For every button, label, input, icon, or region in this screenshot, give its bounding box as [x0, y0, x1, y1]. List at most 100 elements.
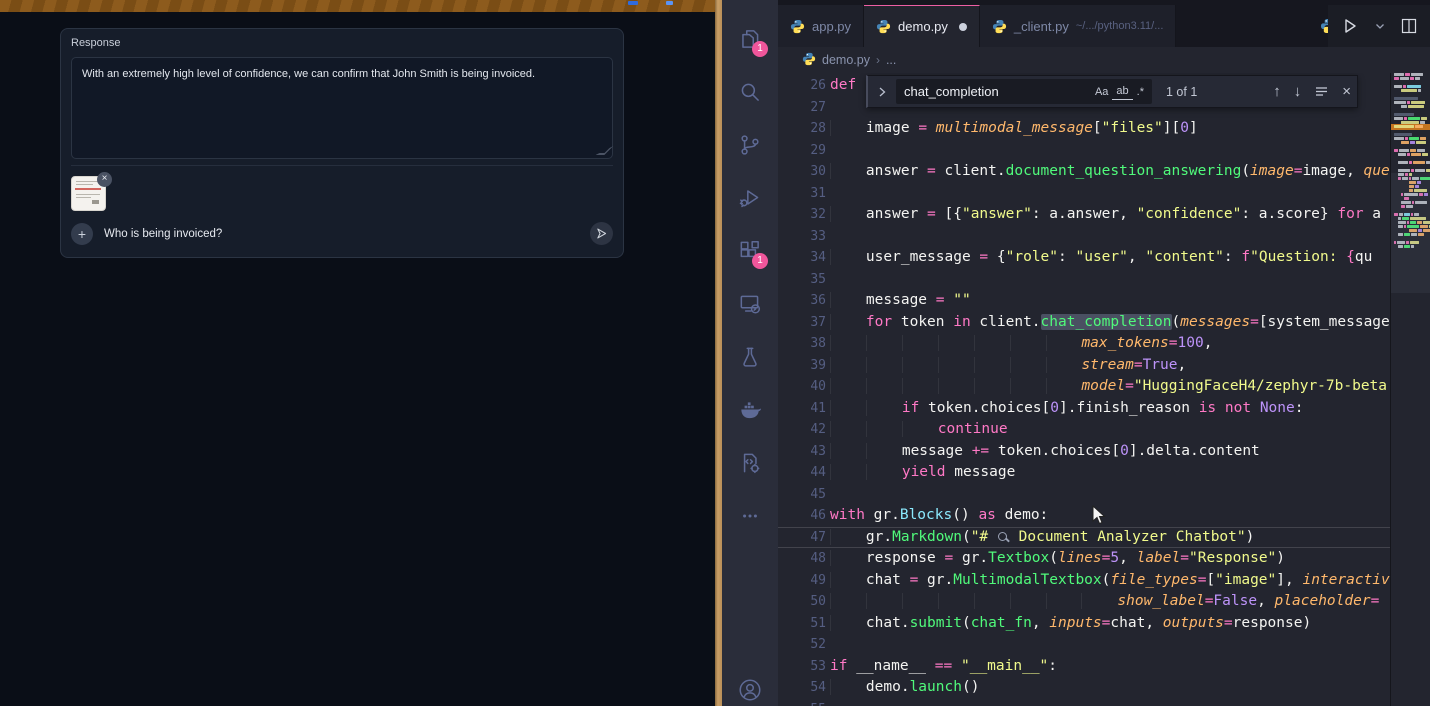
minimap-viewport[interactable] — [1391, 173, 1430, 293]
line-number: 54 — [778, 677, 826, 699]
line-number: 40 — [778, 376, 826, 398]
vscode-window: 11 app.py demo.py _client.py~/.../python… — [722, 0, 1430, 706]
find-input[interactable] — [904, 84, 1091, 99]
find-widget: Aa ab .* 1 of 1 ↑ ↓ × — [866, 75, 1358, 108]
minimap-row — [1394, 73, 1428, 76]
line-number: 37 — [778, 312, 826, 334]
line-number: 35 — [778, 269, 826, 291]
code-line: 33 — [778, 226, 1390, 248]
activity-account-icon[interactable] — [726, 663, 774, 706]
code-editor[interactable]: 26def chat_fn(multimodal_message):2728 i… — [778, 73, 1430, 706]
code-line: 34 user_message = {"role": "user", "cont… — [778, 247, 1390, 269]
minimap-row — [1394, 113, 1428, 116]
minimap-row — [1394, 137, 1428, 140]
code-line: 31 — [778, 183, 1390, 205]
activity-search-icon[interactable] — [726, 65, 774, 118]
regex-button[interactable]: .* — [1133, 84, 1148, 100]
tab-demo.py[interactable]: demo.py — [864, 5, 980, 47]
minimap-row — [1394, 149, 1428, 152]
code-line: 44 yield message — [778, 462, 1390, 484]
minimap-row — [1394, 105, 1428, 108]
line-number: 34 — [778, 247, 826, 269]
browser-strip-dot — [666, 1, 673, 5]
activity-testing-icon[interactable] — [726, 330, 774, 383]
activity-badge: 1 — [752, 253, 768, 269]
breadcrumb-ellipsis[interactable]: ... — [886, 53, 896, 67]
whole-word-button[interactable]: ab — [1112, 83, 1132, 100]
minimap-row — [1394, 161, 1428, 164]
response-label: Response — [71, 37, 613, 49]
chat-input[interactable] — [104, 228, 590, 240]
response-textarea[interactable]: With an extremely high level of confiden… — [71, 57, 613, 159]
window-divider[interactable] — [715, 0, 722, 706]
code-line: 28 image = multimodal_message["files"][0… — [778, 118, 1390, 140]
line-number: 27 — [778, 97, 826, 119]
breadcrumb-file[interactable]: demo.py — [822, 53, 870, 67]
code-line: 48 response = gr.Textbox(lines=5, label=… — [778, 548, 1390, 570]
toggle-replace-chevron-icon[interactable] — [874, 84, 890, 100]
minimap-row — [1394, 121, 1428, 124]
tab-_client.py[interactable]: _client.py~/.../python3.11/... — [980, 5, 1176, 47]
code-line: 41 if token.choices[0].finish_reason is … — [778, 398, 1390, 420]
code-line: 50 show_label=False, placeholder= — [778, 591, 1390, 613]
line-number: 43 — [778, 441, 826, 463]
code-line: 46with gr.Blocks() as demo: — [778, 505, 1390, 527]
line-number: 26 — [778, 75, 826, 97]
line-number: 51 — [778, 613, 826, 635]
activity-extensions-icon[interactable]: 1 — [726, 224, 774, 277]
code-line: 47 gr.Markdown("# Document Analyzer Chat… — [778, 527, 1390, 549]
line-number: 41 — [778, 398, 826, 420]
line-number: 39 — [778, 355, 826, 377]
activity-run-debug-icon[interactable] — [726, 171, 774, 224]
code-line: 51 chat.submit(chat_fn, inputs=chat, out… — [778, 613, 1390, 635]
previous-match-button[interactable]: ↑ — [1273, 84, 1281, 99]
line-number: 38 — [778, 333, 826, 355]
breadcrumb[interactable]: demo.py › ... — [778, 47, 1430, 73]
modified-dot[interactable] — [959, 23, 967, 31]
gradio-app-window: Response With an extremely high level of… — [0, 0, 715, 706]
tab-app.py[interactable]: app.py — [778, 5, 864, 47]
minimap-row — [1394, 101, 1428, 104]
code-line: 37 for token in client.chat_completion(m… — [778, 312, 1390, 334]
attach-file-button[interactable]: + — [71, 223, 93, 245]
tab-bar: app.py demo.py _client.py~/.../python3.1… — [778, 0, 1430, 47]
find-input-wrap: Aa ab .* — [896, 79, 1152, 104]
next-match-button[interactable]: ↓ — [1294, 84, 1302, 99]
browser-chrome-strip — [0, 0, 715, 12]
tab-label: app.py — [812, 19, 851, 34]
remove-attachment-button[interactable]: × — [97, 172, 112, 187]
minimap-row — [1394, 133, 1428, 136]
activity-snippets-icon[interactable] — [726, 436, 774, 489]
send-icon — [595, 227, 608, 240]
code-line: 42 continue — [778, 419, 1390, 441]
activity-explorer-icon[interactable]: 1 — [726, 12, 774, 65]
split-editor-button[interactable] — [1400, 17, 1418, 35]
activity-remote-explorer-icon[interactable] — [726, 277, 774, 330]
minimap-row — [1394, 169, 1428, 172]
screen: Response With an extremely high level of… — [0, 0, 1430, 706]
editor-group: app.py demo.py _client.py~/.../python3.1… — [778, 0, 1430, 706]
activity-docker-icon[interactable] — [726, 383, 774, 436]
minimap-row — [1394, 117, 1428, 120]
line-number: 32 — [778, 204, 826, 226]
line-number: 46 — [778, 505, 826, 527]
mouse-cursor — [1092, 505, 1108, 527]
activity-more-icon[interactable] — [726, 489, 774, 542]
resize-handle-icon[interactable] — [596, 146, 614, 155]
close-find-button[interactable]: × — [1342, 84, 1351, 99]
activity-badge: 1 — [752, 41, 768, 57]
activity-bar: 11 — [722, 0, 778, 706]
run-python-file-button[interactable] — [1340, 16, 1360, 36]
run-dropdown-chevron-icon[interactable] — [1374, 20, 1386, 32]
minimap-row — [1394, 153, 1428, 156]
send-button[interactable] — [590, 222, 613, 245]
code-line: 32 answer = [{"answer": a.answer, "confi… — [778, 204, 1390, 226]
find-in-selection-button[interactable] — [1314, 84, 1329, 99]
activity-source-control-icon[interactable] — [726, 118, 774, 171]
minimap[interactable] — [1390, 73, 1430, 706]
code-line: 45 — [778, 484, 1390, 506]
python-icon — [802, 52, 816, 69]
attached-image-thumbnail[interactable]: × — [71, 176, 106, 211]
match-case-button[interactable]: Aa — [1091, 84, 1112, 100]
code-line: 38 max_tokens=100, — [778, 333, 1390, 355]
